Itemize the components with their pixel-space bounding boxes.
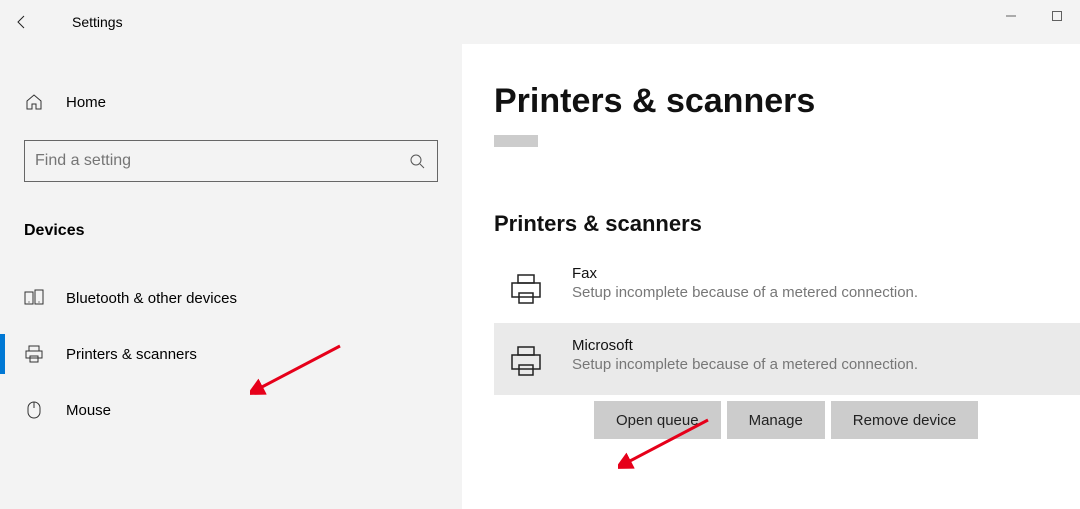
- printer-status: Setup incomplete because of a metered co…: [572, 284, 918, 301]
- open-queue-button[interactable]: Open queue: [594, 401, 721, 439]
- bluetooth-devices-icon: [24, 288, 44, 308]
- main-content: Printers & scanners Printers & scanners …: [462, 44, 1080, 509]
- titlebar: Settings: [0, 0, 1080, 44]
- manage-button[interactable]: Manage: [727, 401, 825, 439]
- search-icon: [407, 151, 427, 171]
- sidebar-item-mouse[interactable]: Mouse: [0, 382, 462, 438]
- page-title: Printers & scanners: [494, 82, 1080, 121]
- printer-item-microsoft[interactable]: Microsoft Setup incomplete because of a …: [494, 323, 1080, 395]
- printer-name: Fax: [572, 265, 918, 282]
- maximize-button[interactable]: [1034, 0, 1080, 32]
- back-button[interactable]: [0, 0, 44, 44]
- search-box[interactable]: [24, 140, 438, 182]
- skeleton-bar: [494, 135, 538, 147]
- home-icon: [24, 92, 44, 112]
- mouse-icon: [24, 400, 44, 420]
- sidebar-item-printers[interactable]: Printers & scanners: [0, 326, 462, 382]
- sidebar-item-label: Mouse: [66, 402, 111, 419]
- home-label: Home: [66, 94, 106, 111]
- printer-icon: [506, 269, 546, 309]
- category-header: Devices: [0, 182, 462, 240]
- printer-icon: [24, 344, 44, 364]
- printer-item-fax[interactable]: Fax Setup incomplete because of a metere…: [494, 251, 1080, 323]
- remove-device-button[interactable]: Remove device: [831, 401, 978, 439]
- printer-name: Microsoft: [572, 337, 918, 354]
- minimize-button[interactable]: [988, 0, 1034, 32]
- home-link[interactable]: Home: [0, 82, 462, 122]
- search-input[interactable]: [35, 152, 407, 170]
- printer-icon: [506, 341, 546, 381]
- window-title: Settings: [72, 14, 123, 30]
- sidebar-item-bluetooth[interactable]: Bluetooth & other devices: [0, 270, 462, 326]
- section-header: Printers & scanners: [494, 211, 1080, 237]
- sidebar: Home Devices Bluetooth & other devices P…: [0, 44, 462, 509]
- printer-status: Setup incomplete because of a metered co…: [572, 356, 918, 373]
- sidebar-item-label: Printers & scanners: [66, 346, 197, 363]
- sidebar-item-label: Bluetooth & other devices: [66, 290, 237, 307]
